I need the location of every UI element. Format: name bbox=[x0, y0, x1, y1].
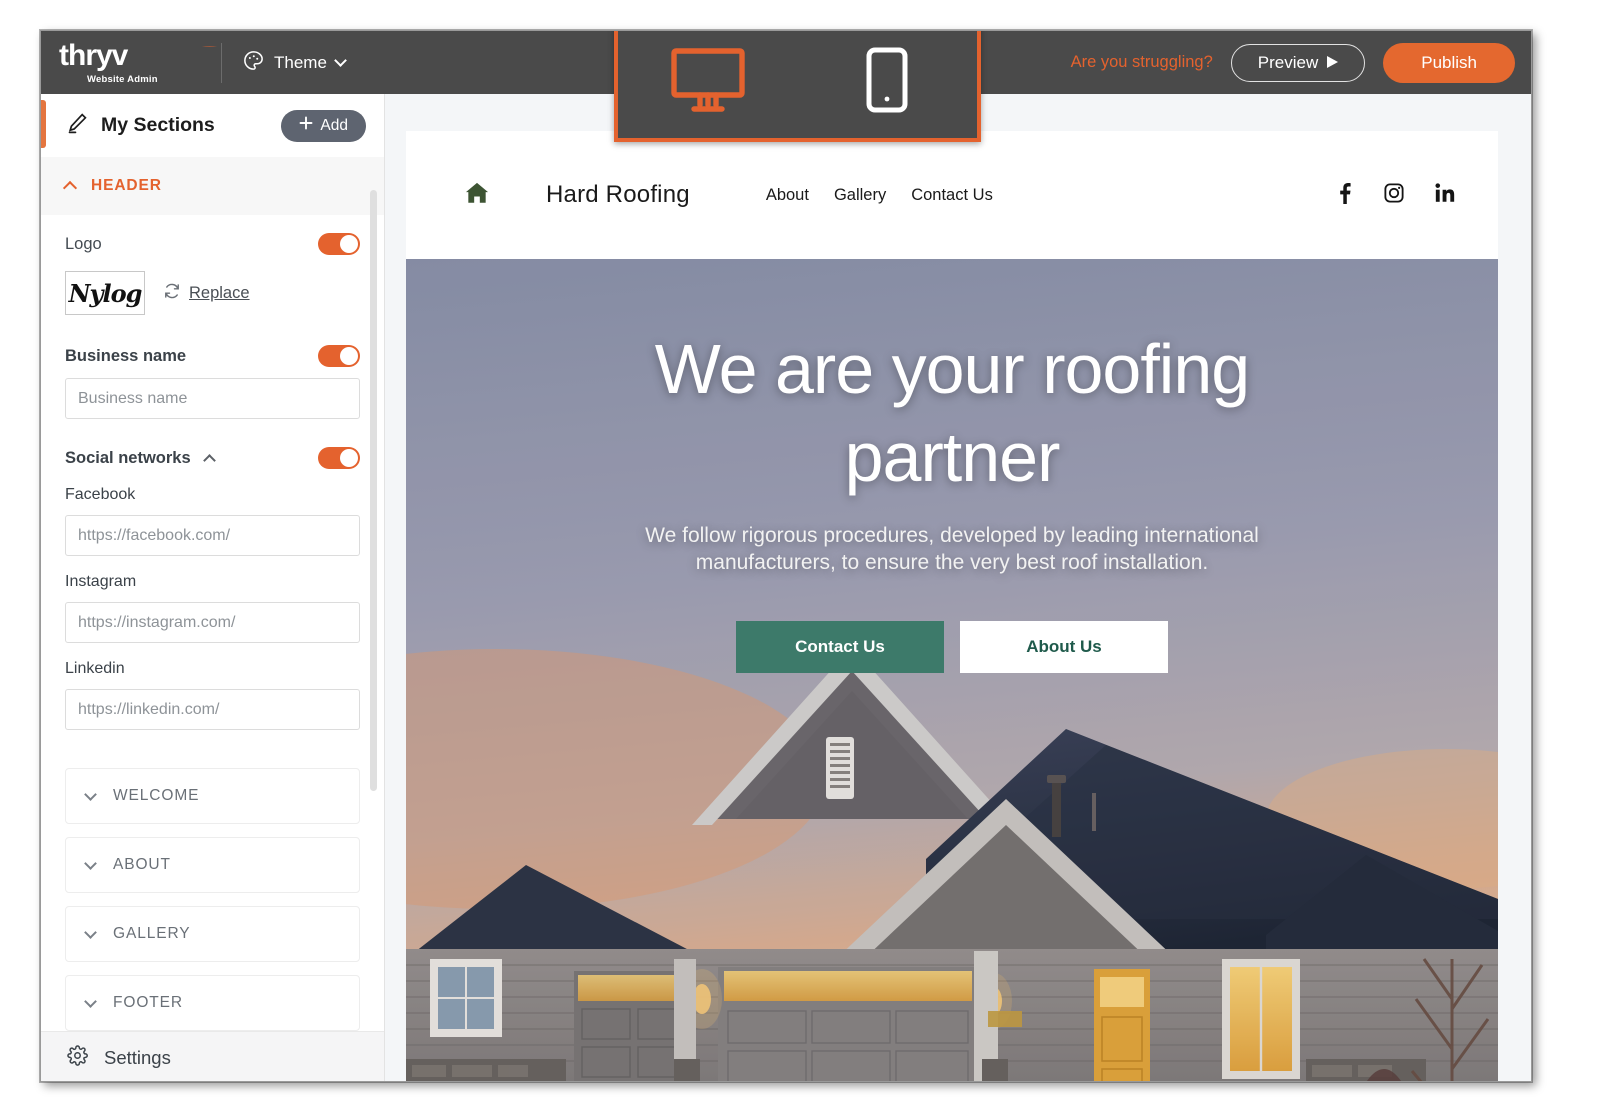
chevron-up-icon bbox=[62, 180, 78, 196]
facebook-icon[interactable] bbox=[1334, 182, 1354, 209]
mobile-phone-icon bbox=[865, 46, 909, 119]
chevron-down-icon bbox=[84, 994, 97, 1008]
logo-thumbnail[interactable]: Nylog bbox=[65, 271, 145, 315]
app-window: thryv Website Admin Theme Are you strugg… bbox=[40, 30, 1532, 1082]
thryv-logo: thryv Website Admin bbox=[41, 38, 221, 85]
business-name-toggle[interactable] bbox=[318, 345, 360, 367]
theme-label: Theme bbox=[274, 52, 327, 72]
business-name-label: Business name bbox=[65, 346, 187, 365]
social-networks-label: Social networks bbox=[65, 448, 191, 467]
nav-link-about[interactable]: About bbox=[766, 186, 809, 205]
section-label: ABOUT bbox=[113, 856, 171, 873]
logo-toggle[interactable] bbox=[318, 233, 360, 255]
publish-label: Publish bbox=[1421, 52, 1477, 72]
facebook-label: Facebook bbox=[65, 486, 136, 503]
hero-cta-group: Contact Us About Us bbox=[736, 621, 1168, 674]
brand-subtitle: Website Admin bbox=[87, 73, 158, 85]
preview-canvas: Hard Roofing About Gallery Contact Us We… bbox=[385, 94, 1531, 1081]
theme-menu-button[interactable]: Theme bbox=[222, 31, 365, 94]
brand-name: thryv bbox=[59, 38, 128, 72]
device-preview-toggle bbox=[614, 31, 981, 142]
add-section-button[interactable]: Add bbox=[281, 109, 366, 142]
logo-row: Logo bbox=[65, 233, 360, 255]
social-networks-toggle[interactable] bbox=[318, 447, 360, 469]
hero-subheadline: We follow rigorous procedures, developed… bbox=[645, 524, 1259, 574]
publish-button[interactable]: Publish bbox=[1383, 42, 1515, 83]
editor-sidebar: My Sections Add HEADER Logo Nylog Replac… bbox=[41, 94, 385, 1081]
website-preview: Hard Roofing About Gallery Contact Us We… bbox=[406, 131, 1498, 1081]
section-label: WELCOME bbox=[113, 787, 200, 804]
hero-section: We are your roofing partner We follow ri… bbox=[406, 259, 1498, 1081]
play-triangle-icon bbox=[1327, 53, 1339, 73]
panel-gap bbox=[41, 734, 384, 768]
linkedin-label: Linkedin bbox=[65, 660, 125, 677]
my-sections-header: My Sections Add bbox=[41, 94, 384, 157]
section-header-label: HEADER bbox=[91, 177, 162, 194]
mobile-preview-button[interactable] bbox=[827, 36, 947, 128]
gear-icon bbox=[67, 1044, 88, 1071]
my-sections-title: My Sections bbox=[101, 114, 215, 136]
social-networks-row: Social networks bbox=[65, 447, 360, 469]
section-label: FOOTER bbox=[113, 994, 183, 1011]
linkedin-icon[interactable] bbox=[1434, 182, 1456, 209]
logo-wordmark: Nylog bbox=[68, 278, 143, 308]
business-name-row: Business name bbox=[65, 345, 360, 367]
brand-swoosh-icon bbox=[179, 34, 225, 47]
chevron-down-icon bbox=[84, 856, 97, 870]
section-header-header[interactable]: HEADER bbox=[41, 157, 384, 215]
pencil-edit-icon bbox=[65, 111, 89, 140]
facebook-input[interactable] bbox=[65, 515, 360, 556]
replace-logo-button[interactable]: Replace bbox=[163, 282, 250, 305]
instagram-label: Instagram bbox=[65, 573, 137, 590]
social-networks-toggle-header[interactable]: Social networks bbox=[65, 448, 216, 468]
chevron-down-icon bbox=[334, 53, 347, 67]
settings-label: Settings bbox=[104, 1046, 171, 1068]
site-nav-links: About Gallery Contact Us bbox=[766, 186, 993, 205]
site-social-icons bbox=[1334, 182, 1456, 209]
toggle-knob bbox=[340, 347, 358, 365]
toggle-knob bbox=[340, 235, 358, 253]
replace-label: Replace bbox=[189, 283, 250, 302]
toggle-knob bbox=[340, 449, 358, 467]
nav-link-gallery[interactable]: Gallery bbox=[834, 186, 886, 205]
sidebar-scrollbar[interactable] bbox=[370, 190, 377, 791]
site-brand-name: Hard Roofing bbox=[546, 181, 690, 208]
instagram-icon[interactable] bbox=[1383, 182, 1405, 209]
add-label: Add bbox=[320, 116, 348, 134]
section-label: GALLERY bbox=[113, 925, 191, 942]
instagram-input[interactable] bbox=[65, 602, 360, 643]
chevron-down-icon bbox=[84, 925, 97, 939]
are-you-struggling-link[interactable]: Are you struggling? bbox=[1071, 53, 1213, 72]
business-name-input[interactable] bbox=[65, 378, 360, 419]
desktop-monitor-icon bbox=[670, 47, 746, 118]
chevron-down-icon bbox=[84, 787, 97, 801]
refresh-icon bbox=[163, 282, 181, 305]
desktop-preview-button[interactable] bbox=[648, 36, 768, 128]
hero-content: We are your roofing partner We follow ri… bbox=[406, 325, 1498, 674]
hero-headline: We are your roofing partner bbox=[654, 330, 1250, 497]
settings-button[interactable]: Settings bbox=[41, 1031, 384, 1081]
section-item-about[interactable]: ABOUT bbox=[65, 837, 360, 893]
linkedin-input[interactable] bbox=[65, 689, 360, 730]
hero-contact-us-button[interactable]: Contact Us bbox=[736, 621, 944, 674]
section-item-footer[interactable]: FOOTER bbox=[65, 975, 360, 1031]
plus-icon bbox=[299, 116, 313, 135]
preview-button[interactable]: Preview bbox=[1230, 43, 1366, 82]
header-section-panel: Logo Nylog Replace Business name Busines… bbox=[41, 215, 384, 734]
logo-label: Logo bbox=[65, 234, 102, 253]
section-item-gallery[interactable]: GALLERY bbox=[65, 906, 360, 962]
chevron-up-icon bbox=[202, 453, 216, 467]
hero-about-us-button[interactable]: About Us bbox=[960, 621, 1168, 674]
preview-label: Preview bbox=[1257, 52, 1319, 72]
house-icon[interactable] bbox=[464, 180, 490, 211]
section-item-welcome[interactable]: WELCOME bbox=[65, 768, 360, 824]
palette-icon bbox=[242, 49, 265, 77]
sidebar-scroll-area: My Sections Add HEADER Logo Nylog Replac… bbox=[41, 94, 384, 1031]
site-navbar: Hard Roofing About Gallery Contact Us bbox=[406, 131, 1498, 259]
logo-preview-row: Nylog Replace bbox=[65, 271, 360, 315]
nav-link-contact-us[interactable]: Contact Us bbox=[911, 186, 993, 205]
